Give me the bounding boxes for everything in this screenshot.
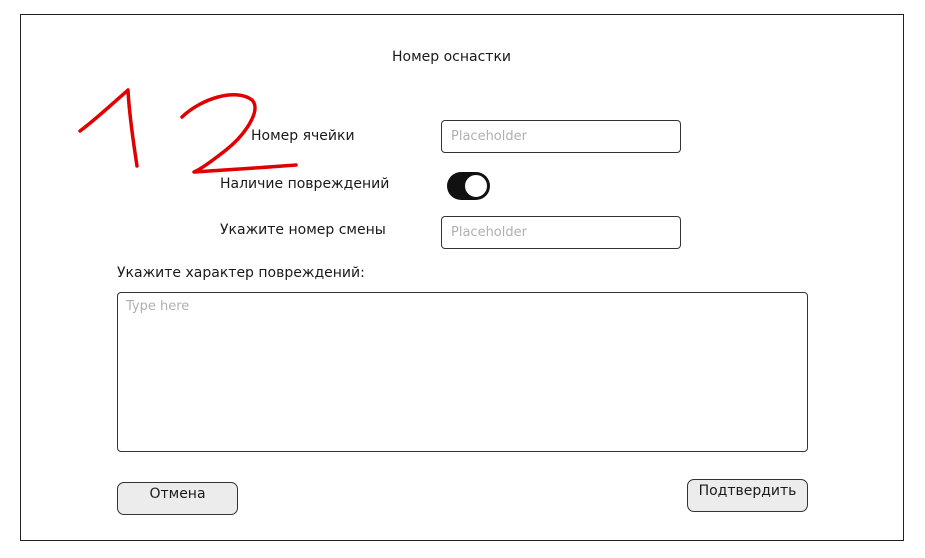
damage-toggle[interactable] xyxy=(447,172,490,200)
form-title: Номер оснастки xyxy=(392,49,512,65)
shift-number-input[interactable] xyxy=(441,216,681,249)
confirm-button[interactable]: Подтвердить xyxy=(687,479,808,512)
cell-number-label: Номер ячейки xyxy=(251,128,355,144)
damage-description-label: Укажите характер повреждений: xyxy=(117,265,365,281)
toggle-knob xyxy=(464,174,488,198)
cancel-button[interactable]: Отмена xyxy=(117,482,238,515)
damage-presence-label: Наличие повреждений xyxy=(220,176,390,192)
damage-description-textarea[interactable] xyxy=(117,292,808,452)
cell-number-input[interactable] xyxy=(441,120,681,153)
shift-number-label: Укажите номер смены xyxy=(220,222,386,238)
